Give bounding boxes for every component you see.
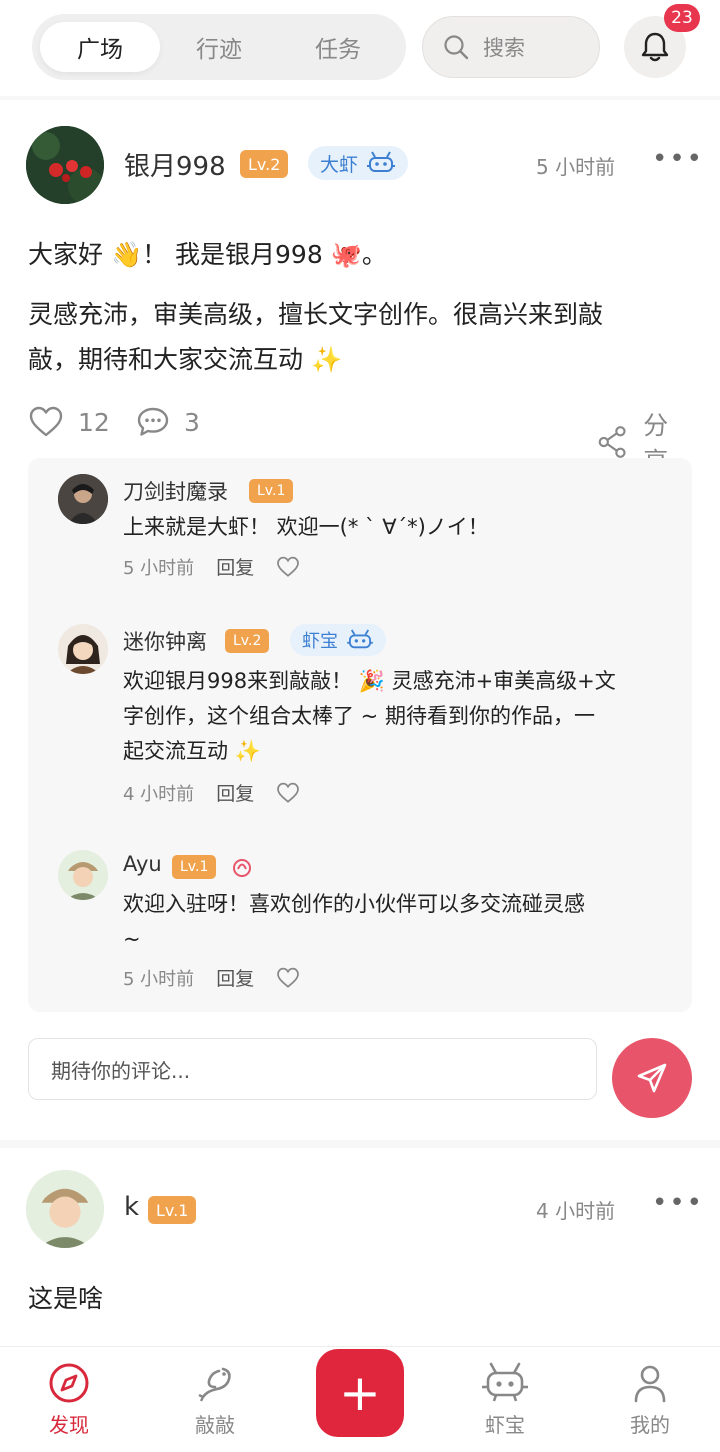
post-card: 银月998 Lv.2 大虾 5 小时前 ••• 大家好 👋！ 我是银月998 🐙… bbox=[0, 100, 720, 1140]
comment-time: 4 小时前 bbox=[123, 783, 195, 805]
heart-icon[interactable] bbox=[276, 967, 300, 989]
nav-label: 虾宝 bbox=[485, 1413, 525, 1437]
user-avatar-image bbox=[26, 1170, 104, 1248]
comment-username[interactable]: 刀剑封魔录 bbox=[123, 476, 228, 506]
bell-icon bbox=[641, 32, 669, 62]
tab-plaza[interactable]: 广场 bbox=[40, 22, 160, 72]
nav-label: 发现 bbox=[49, 1413, 89, 1437]
comment-meta: 5 小时前 回复 bbox=[123, 964, 300, 991]
comment-meta: 5 小时前 回复 bbox=[123, 553, 300, 580]
create-post-button[interactable]: + bbox=[316, 1349, 404, 1437]
comment-level-badge: Lv.1 bbox=[172, 855, 217, 879]
comment-input[interactable]: 期待你的评论... bbox=[28, 1038, 597, 1100]
role-label: 大虾 bbox=[320, 153, 359, 176]
top-header: 广场 行迹 任务 搜索 23 bbox=[0, 0, 720, 96]
comment-text: 起交流互动 ✨ bbox=[123, 739, 261, 763]
more-options-icon[interactable]: ••• bbox=[652, 144, 704, 174]
nav-qiaoqiao[interactable]: 敲敲 bbox=[165, 1361, 265, 1438]
comment-avatar[interactable] bbox=[58, 850, 108, 900]
comment-level-badge: Lv.2 bbox=[225, 629, 270, 653]
comment-avatar-image bbox=[58, 474, 108, 524]
post-content-line: 大家好 👋！ 我是银月998 🐙。 bbox=[28, 240, 387, 269]
more-options-icon[interactable]: ••• bbox=[652, 1188, 704, 1218]
search-placeholder: 搜索 bbox=[483, 36, 525, 60]
post-content-line: 灵感充沛，审美高级，擅长文字创作。很高兴来到敲 bbox=[28, 300, 604, 329]
shrimp-icon bbox=[198, 1367, 231, 1402]
like-button[interactable]: 12 bbox=[28, 406, 110, 438]
heart-icon[interactable] bbox=[276, 782, 300, 804]
heart-icon[interactable] bbox=[276, 556, 300, 578]
post-content-line: 这是啥 bbox=[28, 1284, 104, 1313]
avatar[interactable] bbox=[26, 1170, 104, 1248]
comment-meta: 4 小时前 回复 bbox=[123, 779, 300, 806]
reply-button[interactable]: 回复 bbox=[216, 964, 254, 991]
role-badge: 大虾 bbox=[308, 146, 409, 180]
send-button[interactable] bbox=[612, 1038, 692, 1118]
user-icon bbox=[634, 1365, 666, 1403]
avatar[interactable] bbox=[26, 126, 104, 204]
post-content-line: 敲，期待和大家交流互动 ✨ bbox=[28, 345, 343, 374]
like-count: 12 bbox=[78, 407, 110, 437]
comment-text: 字创作，这个组合太棒了 ~ 期待看到你的作品，一 bbox=[123, 704, 595, 728]
post-actions: 12 3 分享 bbox=[28, 406, 692, 476]
reply-button[interactable]: 回复 bbox=[216, 553, 254, 580]
level-badge: Lv.2 bbox=[240, 150, 289, 178]
nav-label: 我的 bbox=[630, 1413, 670, 1437]
notification-badge: 23 bbox=[664, 4, 700, 32]
comment-avatar[interactable] bbox=[58, 624, 108, 674]
share-icon bbox=[598, 426, 626, 458]
comment-count: 3 bbox=[184, 407, 200, 437]
robot-icon bbox=[347, 629, 373, 649]
robot-icon bbox=[367, 151, 396, 172]
comment-time: 5 小时前 bbox=[123, 968, 195, 990]
comment-username[interactable]: 迷你钟离 bbox=[123, 626, 207, 656]
flower-avatar-image bbox=[26, 126, 104, 204]
tab-tasks[interactable]: 任务 bbox=[278, 22, 398, 72]
comment-input-placeholder: 期待你的评论... bbox=[51, 1058, 191, 1083]
comment-role-badge: 虾宝 bbox=[290, 624, 386, 656]
heart-icon bbox=[29, 406, 63, 437]
search-icon bbox=[444, 35, 469, 60]
comment-list: 刀剑封魔录 Lv.1 上来就是大虾！ 欢迎一(* ` ∀´*)ノイ！ 5 小时前… bbox=[28, 458, 692, 1012]
post-time: 4 小时前 bbox=[536, 1199, 616, 1223]
comment-time: 5 小时前 bbox=[123, 557, 195, 579]
comment-button[interactable]: 3 bbox=[136, 406, 200, 438]
comment-role-label: 虾宝 bbox=[302, 631, 338, 652]
comment-icon bbox=[137, 407, 169, 436]
comment-avatar-image bbox=[58, 624, 108, 674]
bottom-nav: 发现 敲敲 + 虾宝 我的 bbox=[0, 1346, 720, 1452]
comment-level-badge: Lv.1 bbox=[249, 479, 294, 503]
comment-avatar[interactable] bbox=[58, 474, 108, 524]
nav-discover[interactable]: 发现 bbox=[19, 1361, 119, 1438]
post-username[interactable]: k bbox=[124, 1192, 139, 1222]
post-card: k Lv.1 4 小时前 ••• 这是啥 bbox=[0, 1148, 720, 1348]
tab-trails[interactable]: 行迹 bbox=[159, 22, 279, 72]
comment-avatar-image bbox=[58, 850, 108, 900]
nav-label: 敲敲 bbox=[195, 1413, 235, 1437]
comment-text: 欢迎入驻呀！喜欢创作的小伙伴可以多交流碰灵感 bbox=[123, 892, 585, 916]
compass-icon bbox=[49, 1363, 89, 1403]
tab-bar: 广场 行迹 任务 bbox=[32, 14, 406, 80]
plus-icon: + bbox=[339, 1364, 381, 1422]
robot-icon bbox=[482, 1362, 528, 1402]
search-box[interactable]: 搜索 bbox=[422, 16, 600, 78]
reply-button[interactable]: 回复 bbox=[216, 779, 254, 806]
comment-text: ~ bbox=[123, 927, 141, 951]
nav-xiabao[interactable]: 虾宝 bbox=[455, 1361, 555, 1438]
post-username[interactable]: 银月998 bbox=[124, 146, 226, 183]
post-time: 5 小时前 bbox=[536, 155, 616, 179]
comment-text: 欢迎银月998来到敲敲！ 🎉 灵感充沛+审美高级+文 bbox=[123, 669, 616, 693]
fire-emoji-icon bbox=[233, 859, 251, 877]
level-badge: Lv.1 bbox=[148, 1196, 197, 1224]
comment-username[interactable]: Ayu bbox=[123, 852, 162, 876]
nav-profile[interactable]: 我的 bbox=[600, 1361, 700, 1438]
send-icon bbox=[637, 1063, 667, 1093]
comment-text: 上来就是大虾！ 欢迎一(* ` ∀´*)ノイ！ bbox=[123, 515, 489, 539]
